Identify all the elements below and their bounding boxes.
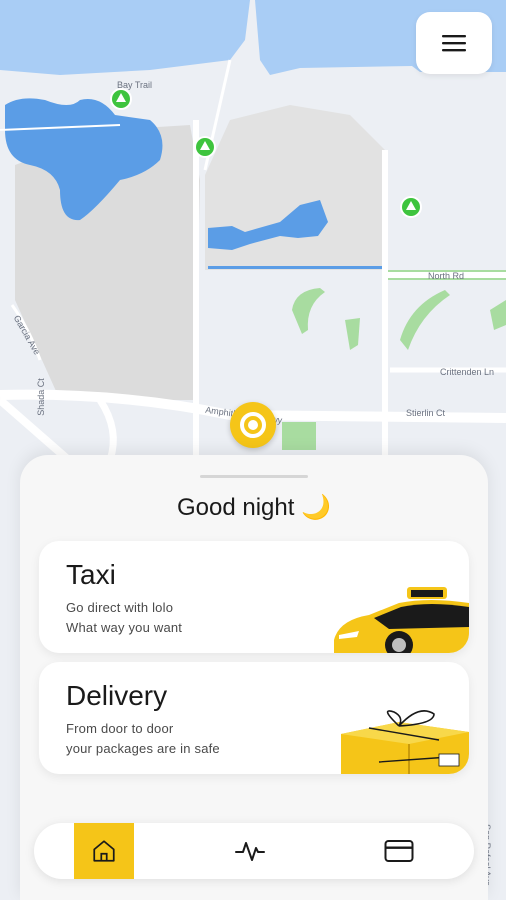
- nav-home-button[interactable]: [74, 823, 134, 879]
- home-icon: [93, 840, 115, 862]
- drag-handle[interactable]: [200, 475, 308, 478]
- taxi-subtitle-line2: What way you want: [66, 620, 183, 635]
- activity-icon: [235, 842, 265, 861]
- credit-card-icon: [384, 840, 414, 862]
- moon-icon: 🌙: [301, 494, 331, 521]
- map-label-crittenden: Crittenden Ln: [440, 367, 495, 377]
- hamburger-icon: [442, 35, 466, 52]
- delivery-title: Delivery: [66, 680, 168, 711]
- greeting-text: Good night: [177, 494, 295, 521]
- taxi-car-illustration: [334, 587, 469, 653]
- taxi-title: Taxi: [66, 559, 116, 590]
- menu-button[interactable]: [416, 12, 492, 74]
- bottom-navigation: [34, 823, 474, 879]
- map-label-bay-trail: Bay Trail: [117, 80, 153, 90]
- taxi-service-card[interactable]: Taxi Go direct with lolo What way you wa…: [39, 541, 469, 653]
- current-location-marker[interactable]: [230, 402, 276, 448]
- nav-payment-button[interactable]: [369, 823, 429, 879]
- taxi-subtitle-line1: Go direct with lolo: [66, 600, 174, 615]
- delivery-subtitle-line2: your packages are in safe: [66, 741, 220, 756]
- location-marker-ring: [240, 412, 266, 438]
- greeting: Good night 🌙: [20, 493, 488, 522]
- delivery-service-card[interactable]: Delivery From door to door your packages…: [39, 662, 469, 774]
- nav-activity-button[interactable]: [220, 823, 280, 879]
- location-marker-dot: [248, 420, 258, 430]
- map-label-stierlin: Stierlin Ct: [406, 408, 446, 418]
- gift-box-illustration: [341, 710, 469, 774]
- delivery-subtitle-line1: From door to door: [66, 721, 174, 736]
- map-label-shada: Shada Ct: [35, 378, 46, 416]
- map-label-north-rd: North Rd: [428, 271, 465, 281]
